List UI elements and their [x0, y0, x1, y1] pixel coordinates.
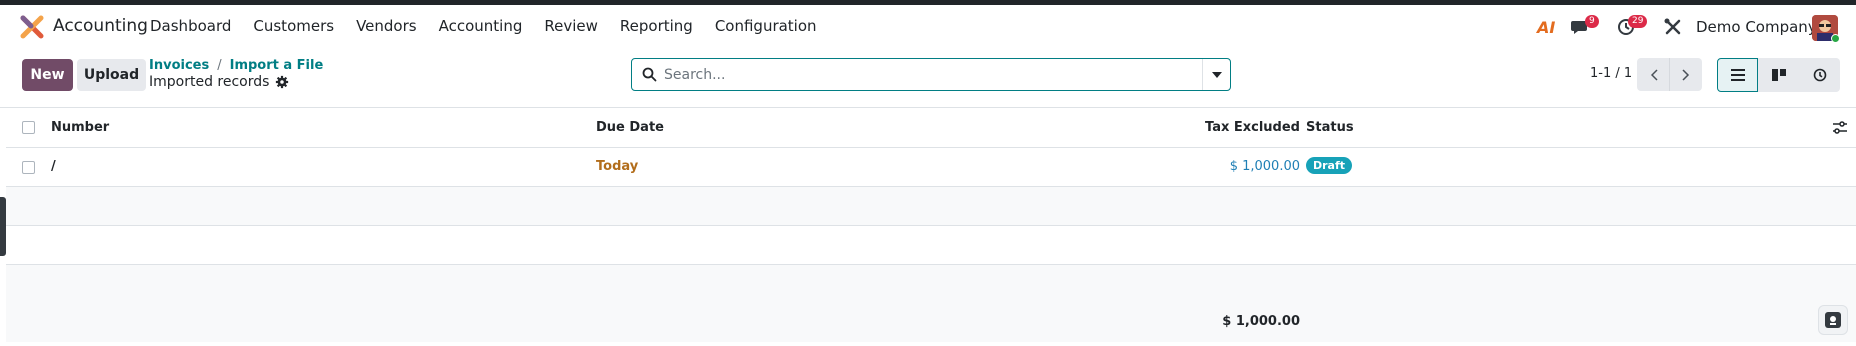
- empty-row: [6, 187, 1856, 226]
- pager-value[interactable]: 1-1 / 1: [1590, 66, 1632, 81]
- clock-icon: [1813, 68, 1826, 82]
- assistant-icon: [1825, 312, 1841, 328]
- list-icon: [1730, 69, 1745, 81]
- breadcrumb: Invoices / Import a File: [149, 58, 323, 73]
- search-icon: [642, 67, 657, 82]
- optional-columns-icon[interactable]: [1832, 120, 1848, 136]
- accounting-app-icon[interactable]: [20, 15, 44, 39]
- empty-row: [6, 226, 1856, 265]
- row-checkbox[interactable]: [22, 161, 35, 174]
- app-name[interactable]: Accounting: [53, 16, 148, 36]
- menu-customers[interactable]: Customers: [253, 17, 334, 35]
- chevron-left-icon: [1650, 68, 1658, 81]
- new-button[interactable]: New: [22, 59, 73, 91]
- company-switcher[interactable]: Demo Company: [1696, 18, 1817, 36]
- navbar: Accounting Dashboard Customers Vendors A…: [0, 5, 1856, 48]
- menu-vendors[interactable]: Vendors: [356, 17, 417, 35]
- presence-indicator: [1831, 34, 1840, 43]
- breadcrumb-invoices[interactable]: Invoices: [149, 58, 209, 73]
- table-footer: $ 1,000.00: [6, 302, 1856, 342]
- kanban-view-button[interactable]: [1758, 58, 1799, 92]
- messages-badge: 9: [1585, 15, 1599, 28]
- cell-number: /: [51, 159, 56, 174]
- assistant-button[interactable]: [1818, 305, 1848, 335]
- caret-down-icon: [1211, 71, 1222, 78]
- gear-icon[interactable]: [275, 75, 289, 89]
- list-view-button[interactable]: [1717, 58, 1758, 92]
- menu-configuration[interactable]: Configuration: [715, 17, 817, 35]
- page-title: Imported records: [149, 74, 289, 90]
- total-tax-excluded: $ 1,000.00: [1222, 314, 1300, 329]
- breadcrumb-import-file[interactable]: Import a File: [230, 58, 324, 73]
- column-due-date[interactable]: Due Date: [596, 120, 664, 135]
- column-number[interactable]: Number: [51, 120, 109, 135]
- column-status[interactable]: Status: [1306, 120, 1354, 135]
- table-header: Number Due Date Tax Excluded Status: [6, 108, 1856, 148]
- cell-due-date: Today: [596, 159, 639, 174]
- activities-badge: 29: [1628, 15, 1648, 28]
- chevron-right-icon: [1682, 68, 1690, 81]
- pager-next-button[interactable]: [1669, 58, 1702, 91]
- upload-button[interactable]: Upload: [77, 59, 146, 91]
- status-badge: Draft: [1306, 157, 1353, 174]
- menu-reporting[interactable]: Reporting: [620, 17, 693, 35]
- select-all-checkbox[interactable]: [22, 121, 35, 134]
- menu-dashboard[interactable]: Dashboard: [150, 17, 231, 35]
- menu-accounting[interactable]: Accounting: [439, 17, 523, 35]
- empty-row: [6, 265, 1856, 304]
- search-options-toggle[interactable]: [1202, 59, 1230, 90]
- debug-tools-icon[interactable]: [1663, 17, 1683, 37]
- activity-view-button[interactable]: [1799, 58, 1840, 92]
- control-panel: New Upload Invoices / Import a File Import…: [0, 48, 1856, 108]
- search-box: [631, 58, 1231, 91]
- menu-review[interactable]: Review: [544, 17, 598, 35]
- pager-previous-button[interactable]: [1637, 58, 1670, 91]
- search-input[interactable]: [664, 63, 1204, 87]
- ai-button[interactable]: AI: [1537, 18, 1555, 37]
- breadcrumb-separator: /: [217, 58, 222, 73]
- column-tax-excluded[interactable]: Tax Excluded: [1205, 120, 1300, 135]
- cell-tax-excluded: $ 1,000.00: [1229, 159, 1300, 174]
- kanban-icon: [1771, 69, 1786, 81]
- table-row[interactable]: / Today $ 1,000.00 Draft: [6, 148, 1856, 187]
- main-menu: Dashboard Customers Vendors Accounting R…: [150, 17, 839, 35]
- page-title-label: Imported records: [149, 74, 270, 90]
